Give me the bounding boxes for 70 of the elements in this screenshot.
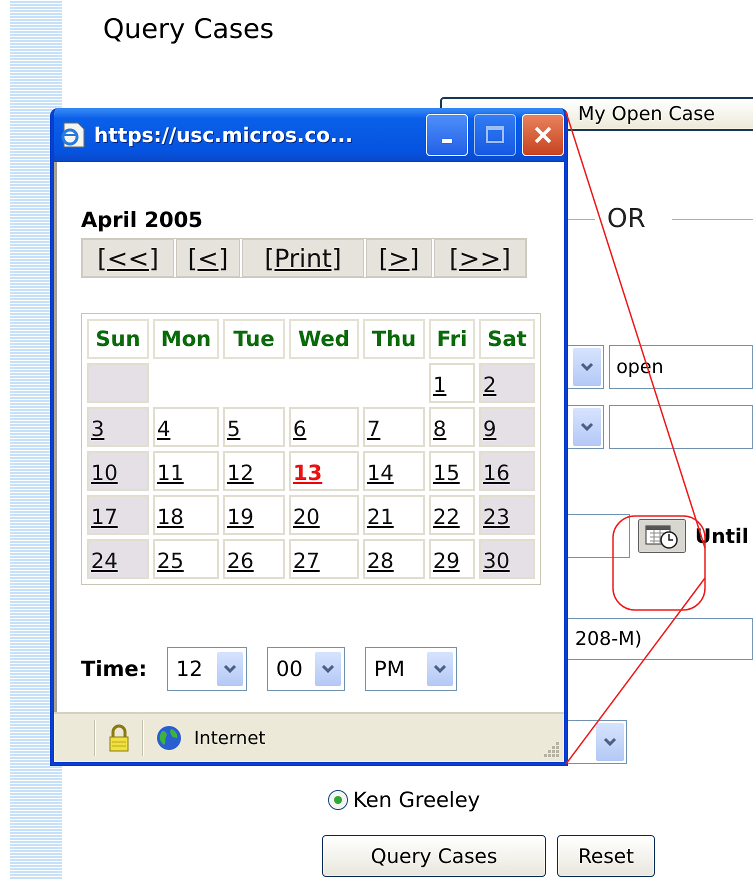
weekday-header: Fri xyxy=(429,319,475,359)
weekday-header: Mon xyxy=(153,319,219,359)
text-field[interactable] xyxy=(609,405,753,449)
day-cell[interactable]: 30 xyxy=(479,539,535,579)
weekday-header: Sun xyxy=(87,319,149,359)
or-label: OR xyxy=(607,204,646,234)
time-value: 00 xyxy=(276,657,303,681)
reset-button[interactable]: Reset xyxy=(557,835,655,877)
day-cell[interactable]: 6 xyxy=(289,407,359,447)
close-button[interactable] xyxy=(522,114,564,156)
window-title: https://usc.micros.co... xyxy=(94,123,354,147)
radio-button[interactable] xyxy=(328,790,348,810)
day-cell[interactable]: 29 xyxy=(429,539,475,579)
weekday-header: Tue xyxy=(223,319,285,359)
minimize-icon xyxy=(442,139,452,143)
day-cell[interactable]: 27 xyxy=(289,539,359,579)
time-label: Time: xyxy=(81,657,148,681)
day-cell[interactable]: 11 xyxy=(153,451,219,491)
day-cell[interactable]: 17 xyxy=(87,495,149,535)
weekday-header: Thu xyxy=(363,319,425,359)
day-cell[interactable]: 9 xyxy=(479,407,535,447)
lock-icon xyxy=(108,724,130,752)
weekday-header: Wed xyxy=(289,319,359,359)
time-dropdown[interactable]: PM xyxy=(365,647,458,691)
day-cell[interactable]: 3 xyxy=(87,407,149,447)
close-icon xyxy=(532,124,554,146)
day-cell[interactable]: 5 xyxy=(223,407,285,447)
radio-label: Ken Greeley xyxy=(353,788,480,812)
day-cell[interactable]: 25 xyxy=(153,539,219,579)
calendar-nav-link[interactable]: [>>] xyxy=(434,239,526,277)
day-cell[interactable]: 1 xyxy=(429,363,475,403)
day-cell[interactable]: 16 xyxy=(479,451,535,491)
query-cases-button[interactable]: Query Cases xyxy=(322,835,546,877)
maximize-button[interactable] xyxy=(474,114,516,156)
time-value: PM xyxy=(374,657,405,681)
resize-grip-icon[interactable] xyxy=(542,740,560,758)
weekday-header: Sat xyxy=(479,319,535,359)
day-cell[interactable]: 18 xyxy=(153,495,219,535)
day-cell[interactable]: 22 xyxy=(429,495,475,535)
time-value: 12 xyxy=(176,657,203,681)
day-cell[interactable]: 23 xyxy=(479,495,535,535)
day-cell[interactable]: 26 xyxy=(223,539,285,579)
day-cell[interactable]: 10 xyxy=(87,451,149,491)
day-cell[interactable]: 8 xyxy=(429,407,475,447)
security-zone-label: Internet xyxy=(194,728,266,748)
day-cell[interactable]: 15 xyxy=(429,451,475,491)
day-cell[interactable]: 7 xyxy=(363,407,425,447)
time-dropdown[interactable]: 00 xyxy=(267,647,346,691)
calendar-nav-link[interactable]: [<<] xyxy=(82,239,174,277)
globe-icon xyxy=(156,725,182,751)
calendar-clock-icon[interactable] xyxy=(638,519,686,553)
field-value: 208-M) xyxy=(575,628,642,650)
day-cell[interactable]: 2 xyxy=(479,363,535,403)
minimize-button[interactable] xyxy=(426,114,468,156)
calendar-nav-link[interactable]: [<] xyxy=(176,239,240,277)
day-cell[interactable]: 19 xyxy=(223,495,285,535)
page-title: Query Cases xyxy=(103,14,274,47)
calendar-nav-link[interactable]: [Print] xyxy=(242,239,364,277)
day-cell[interactable]: 20 xyxy=(289,495,359,535)
maximize-icon xyxy=(485,125,505,145)
calendar-nav-link[interactable]: [>] xyxy=(366,239,432,277)
day-cell[interactable]: 24 xyxy=(87,539,149,579)
day-cell[interactable]: 28 xyxy=(363,539,425,579)
month-title: April 2005 xyxy=(81,208,203,234)
day-cell[interactable]: 4 xyxy=(153,407,219,447)
day-cell[interactable]: 13 xyxy=(289,451,359,491)
time-dropdown[interactable]: 12 xyxy=(167,647,248,691)
day-cell[interactable]: 14 xyxy=(363,451,425,491)
day-cell[interactable]: 21 xyxy=(363,495,425,535)
day-cell[interactable]: 12 xyxy=(223,451,285,491)
